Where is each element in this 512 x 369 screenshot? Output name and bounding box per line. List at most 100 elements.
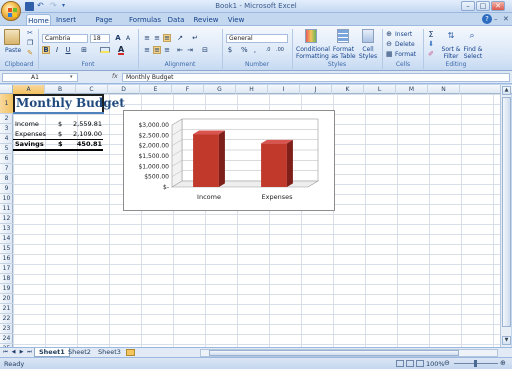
paste-icon[interactable] [4,29,20,45]
row-header-14[interactable]: 14 [0,234,13,244]
expenses-label-cell[interactable]: Expenses [15,130,46,139]
sheet-title-cell[interactable]: Monthly Budget [16,96,125,111]
comma-button[interactable]: , [251,46,259,54]
align-bottom-icon[interactable]: ≡ [163,34,171,42]
column-header-e[interactable]: E [140,85,172,94]
column-header-f[interactable]: F [172,85,204,94]
row-header-3[interactable]: 3 [0,124,13,134]
close-button[interactable]: ✕ [491,1,505,11]
copy-icon[interactable]: ❐ [26,39,34,47]
select-all-button[interactable] [0,85,13,94]
column-header-l[interactable]: L [364,85,396,94]
sheet-tab-3[interactable]: Sheet3 [94,348,125,357]
currency-button[interactable]: $ [226,46,234,54]
row-header-15[interactable]: 15 [0,244,13,254]
prev-sheet-icon[interactable]: ◀ [10,349,17,356]
bold-button[interactable]: B [42,46,50,54]
format-as-table-button[interactable]: Format as Table [331,46,356,60]
undo-icon[interactable]: ↶ [37,2,46,11]
sort-filter-button[interactable]: Sort & Filter [440,46,462,60]
zoom-slider-thumb[interactable] [474,360,477,367]
row-header-5[interactable]: 5 [0,144,13,154]
income-value-cell[interactable]: 2,559.81 [68,120,102,129]
row-header-13[interactable]: 13 [0,224,13,234]
workbook-minimize-icon[interactable]: – [494,15,498,23]
hscroll-thumb[interactable] [209,350,459,356]
find-select-icon[interactable]: ⌕ [466,29,478,43]
next-sheet-icon[interactable]: ▶ [18,349,25,356]
cut-icon[interactable]: ✂ [26,29,34,37]
row-header-1[interactable]: 1 [0,94,13,114]
budget-chart[interactable]: $- $500.00 $1,000.00 $1,500.00 $2,000.00 $2,5… [123,110,335,211]
row-header-7[interactable]: 7 [0,164,13,174]
row-header-20[interactable]: 20 [0,294,13,304]
zoom-in-icon[interactable]: ⊕ [500,359,506,367]
shrink-font-icon[interactable]: A [124,34,132,42]
merge-center-icon[interactable]: ⊟ [201,46,209,54]
row-header-4[interactable]: 4 [0,134,13,144]
maximize-button[interactable]: □ [476,1,490,11]
row-header-19[interactable]: 19 [0,284,13,294]
fill-icon[interactable]: ⬇ [427,40,435,48]
row-header-23[interactable]: 23 [0,324,13,334]
find-select-button[interactable]: Find & Select [462,46,484,60]
increase-indent-icon[interactable]: ⇥ [186,46,194,54]
delete-button[interactable]: Delete [395,41,415,48]
number-format-field[interactable]: General [226,34,288,43]
row-header-11[interactable]: 11 [0,204,13,214]
column-header-k[interactable]: K [332,85,364,94]
format-icon[interactable]: ▦ [385,50,393,58]
name-box-dropdown-icon[interactable]: ▾ [70,74,73,80]
delete-icon[interactable]: ⊖ [385,40,393,48]
scroll-down-icon[interactable]: ▼ [502,336,511,345]
normal-view-icon[interactable] [396,360,404,367]
savings-label-cell[interactable]: Savings [15,140,44,149]
horizontal-scrollbar[interactable] [200,349,498,357]
insert-function-button[interactable]: fx [112,73,118,80]
align-left-icon[interactable]: ≡ [143,46,151,54]
row-header-12[interactable]: 12 [0,214,13,224]
zoom-out-icon[interactable]: ⊖ [444,359,450,367]
format-button[interactable]: Format [395,51,416,58]
align-middle-icon[interactable]: ≡ [153,34,161,42]
orientation-icon[interactable]: ↗ [176,34,184,42]
column-header-g[interactable]: G [204,85,236,94]
scroll-thumb[interactable] [502,97,511,327]
decrease-decimal-icon[interactable]: .00 [275,46,284,54]
italic-button[interactable]: I [53,46,61,54]
decrease-indent-icon[interactable]: ⇤ [176,46,184,54]
row-header-18[interactable]: 18 [0,274,13,284]
insert-icon[interactable]: ⊕ [385,30,393,38]
scroll-up-icon[interactable]: ▲ [502,86,511,95]
income-label-cell[interactable]: Income [15,120,39,129]
conditional-formatting-icon[interactable] [305,29,317,43]
first-sheet-icon[interactable]: ⏮ [2,349,9,356]
column-header-i[interactable]: I [268,85,300,94]
column-header-n[interactable]: N [428,85,460,94]
row-header-24[interactable]: 24 [0,334,13,344]
zoom-level[interactable]: 100% [426,360,445,368]
row-header-2[interactable]: 2 [0,114,13,124]
borders-icon[interactable]: ⊞ [80,46,88,54]
row-header-10[interactable]: 10 [0,194,13,204]
format-painter-icon[interactable]: ✎ [26,49,34,57]
row-header-8[interactable]: 8 [0,174,13,184]
formula-input[interactable]: Monthly Budget [122,73,510,82]
grow-font-icon[interactable]: A [114,34,122,42]
paste-button[interactable]: Paste [5,47,21,54]
column-header-d[interactable]: D [108,85,140,94]
align-top-icon[interactable]: ≡ [143,34,151,42]
autosum-button[interactable]: Σ [427,30,435,39]
save-icon[interactable] [25,2,34,11]
page-break-view-icon[interactable] [416,360,424,367]
quick-access-dropdown-icon[interactable]: ▾ [62,2,71,11]
clear-icon[interactable]: ✐ [427,50,435,58]
cell-styles-icon[interactable] [362,29,374,43]
vertical-scrollbar[interactable]: ▲ ▼ [500,85,511,347]
sort-filter-icon[interactable]: ⇅ [445,29,457,43]
row-header-21[interactable]: 21 [0,304,13,314]
sheet-tab-2[interactable]: Sheet2 [64,348,95,357]
row-header-9[interactable]: 9 [0,184,13,194]
cell-styles-button[interactable]: Cell Styles [358,46,378,60]
insert-sheet-icon[interactable] [126,349,135,356]
